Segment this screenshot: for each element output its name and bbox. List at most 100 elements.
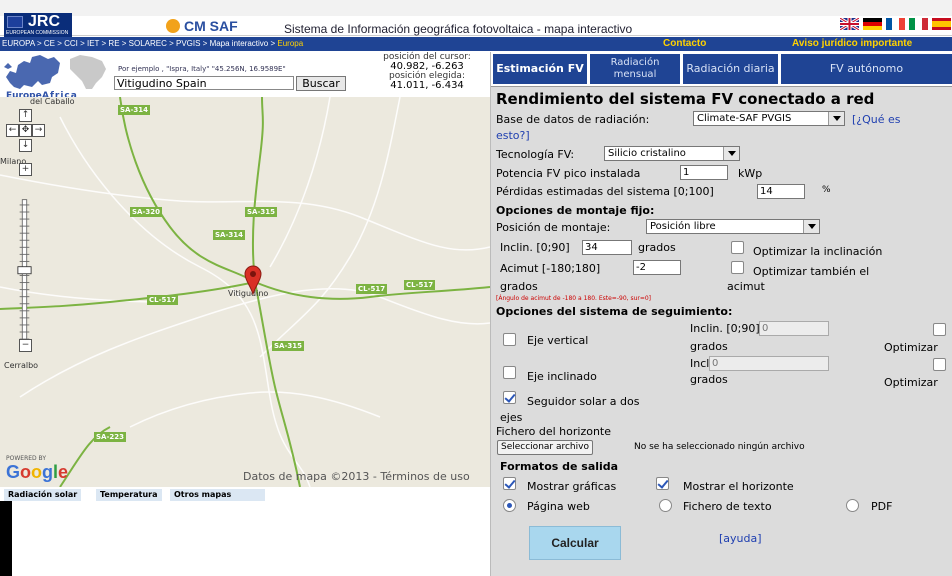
road-label: CL-517: [147, 295, 179, 305]
optimize-azimuth-label: Optimizar también el: [753, 265, 870, 278]
search-button[interactable]: Buscar: [296, 76, 346, 91]
breadcrumb-path[interactable]: EUROPA > CE > CCI > IET > RE > SOLAREC >…: [2, 39, 277, 48]
map-canvas[interactable]: SA-314 SA-320 SA-315 SA-314 CL-517 CL-51…: [0, 97, 490, 487]
text-file-radio[interactable]: [659, 499, 672, 512]
inclination-input[interactable]: 34: [582, 240, 632, 255]
chevron-down-icon: [723, 147, 739, 160]
azimuth-input[interactable]: -2: [633, 260, 681, 275]
tab-temperature[interactable]: Temperatura: [96, 489, 162, 501]
optimize-inclination-checkbox[interactable]: [731, 241, 744, 254]
left-edge-bar: [0, 501, 12, 576]
two-axis-label: Seguidor solar a dos: [527, 395, 640, 408]
location-marker-icon[interactable]: [244, 265, 262, 295]
pv-tech-select[interactable]: Silicio cristalino: [604, 146, 740, 161]
form-title: Rendimiento del sistema FV conectado a r…: [496, 90, 875, 108]
contact-link[interactable]: Contacto: [663, 37, 706, 51]
pdf-radio[interactable]: [846, 499, 859, 512]
show-horizon-checkbox[interactable]: [656, 477, 669, 490]
show-horizon-label: Mostrar el horizonte: [683, 480, 794, 493]
map-zoom-control: ↑ ← ✥ → ↓ + −: [6, 109, 46, 369]
tab-solar-radiation[interactable]: Radiación solar: [4, 489, 82, 501]
road-label: SA-223: [94, 432, 126, 442]
pan-down-icon[interactable]: ↓: [19, 139, 32, 152]
pan-center-icon[interactable]: ✥: [19, 124, 32, 137]
tracking-header: Opciones del sistema de seguimiento:: [496, 305, 733, 318]
cmsaf-logo-text: CM SAF: [184, 18, 238, 34]
navbar: EUROPA > CE > CCI > IET > RE > SOLAREC >…: [0, 37, 952, 51]
location-search-input[interactable]: Vitigudino Spain: [114, 76, 294, 90]
coordinate-readout: posición del cursor: 40.982, -6.263 posi…: [368, 53, 486, 91]
whats-this-link[interactable]: [¿Qué es: [852, 113, 901, 126]
optimize-inclination-label: Optimizar la inclinación: [753, 245, 883, 258]
web-page-radio[interactable]: [503, 499, 516, 512]
vertical-axis-label: Eje vertical: [527, 334, 589, 347]
calculate-button[interactable]: Calcular: [529, 526, 621, 560]
azimuth-label: Acimut [-180;180]: [500, 262, 601, 275]
help-link[interactable]: [ayuda]: [719, 532, 762, 545]
losses-input[interactable]: 14: [757, 184, 805, 199]
selected-position-value: 41.011, -6.434: [390, 80, 464, 91]
inclined-optimize-checkbox[interactable]: [933, 358, 946, 371]
peak-power-input[interactable]: 1: [680, 165, 728, 180]
two-axis-checkbox[interactable]: [503, 391, 516, 404]
pan-left-icon[interactable]: ←: [6, 124, 19, 137]
inclination-label: Inclin. [0;90]: [500, 241, 570, 254]
pan-up-icon[interactable]: ↑: [19, 109, 32, 122]
left-bottom-area: [0, 501, 490, 576]
africa-map-icon[interactable]: [66, 53, 110, 91]
show-graphs-label: Mostrar gráficas: [527, 480, 617, 493]
flag-es-icon[interactable]: [932, 18, 951, 30]
optimize-azimuth-label-cont: acimut: [727, 280, 765, 293]
flag-de-icon[interactable]: [863, 18, 882, 30]
tab-standalone-pv[interactable]: FV autónomo: [781, 54, 952, 84]
zoom-out-icon[interactable]: −: [19, 339, 32, 352]
eu-flag-icon: [7, 16, 23, 28]
azimuth-unit: grados: [500, 280, 538, 293]
pan-right-icon[interactable]: →: [32, 124, 45, 137]
inclined-optimize-label: Optimizar: [884, 376, 938, 389]
peak-power-unit: kWp: [738, 167, 763, 180]
jrc-logo-text: JRC: [28, 13, 61, 30]
web-page-label: Página web: [527, 500, 590, 513]
inclined-axis-label: Eje inclinado: [527, 370, 597, 383]
europe-map-icon[interactable]: [2, 53, 62, 91]
legal-notice-link[interactable]: Aviso jurídico importante: [792, 37, 912, 51]
inclined-incl-input[interactable]: 0: [709, 356, 829, 371]
breadcrumb[interactable]: EUROPA > CE > CCI > IET > RE > SOLAREC >…: [2, 37, 303, 51]
vertical-axis-checkbox[interactable]: [503, 333, 516, 346]
inclined-incl-unit: grados: [690, 373, 728, 386]
pv-tech-label: Tecnología FV:: [496, 148, 575, 161]
tab-other-maps[interactable]: Otros mapas: [170, 489, 266, 501]
tab-daily-radiation[interactable]: Radiación diaria: [683, 54, 778, 84]
two-axis-label-cont: ejes: [500, 411, 523, 424]
vertical-incl-unit: grados: [690, 340, 728, 353]
zoom-in-icon[interactable]: +: [19, 163, 32, 176]
page-title: Sistema de Información geográfica fotovo…: [284, 22, 633, 36]
search-hint: Por ejemplo , "Ispra, Italy" "45.256N, 1…: [118, 65, 286, 73]
horizon-file-label: Fichero del horizonte: [496, 425, 612, 438]
vertical-optimize-label: Optimizar: [884, 341, 938, 354]
cmsaf-logo[interactable]: CM SAF: [166, 18, 256, 36]
radiation-db-value: Climate-SAF PVGIS: [697, 113, 792, 124]
optimize-azimuth-checkbox[interactable]: [731, 261, 744, 274]
vertical-optimize-checkbox[interactable]: [933, 323, 946, 336]
tab-pv-estimation[interactable]: Estimación FV: [493, 54, 587, 84]
flag-fr-icon[interactable]: [886, 18, 905, 30]
tab-monthly-radiation[interactable]: Radiación mensual: [590, 54, 680, 84]
inclined-axis-checkbox[interactable]: [503, 366, 516, 379]
radiation-db-select[interactable]: Climate-SAF PVGIS: [693, 111, 845, 126]
whats-this-link-cont[interactable]: esto?]: [496, 129, 530, 142]
google-logo[interactable]: Google: [6, 462, 68, 483]
flag-it-icon[interactable]: [909, 18, 928, 30]
language-flags: [840, 18, 951, 32]
choose-file-button[interactable]: Seleccionar archivo: [497, 440, 593, 455]
breadcrumb-current[interactable]: Europa: [277, 39, 303, 48]
mount-position-select[interactable]: Posición libre: [646, 219, 820, 234]
map-attribution[interactable]: Datos de mapa ©2013 - Términos de uso: [243, 470, 470, 483]
flag-en-icon[interactable]: [840, 18, 859, 30]
mount-position-value: Posición libre: [650, 221, 716, 232]
jrc-logo[interactable]: JRC EUROPEAN COMMISSION: [4, 13, 72, 37]
show-graphs-checkbox[interactable]: [503, 477, 516, 490]
place-label: del Caballo: [30, 97, 75, 106]
vertical-incl-input[interactable]: 0: [759, 321, 829, 336]
